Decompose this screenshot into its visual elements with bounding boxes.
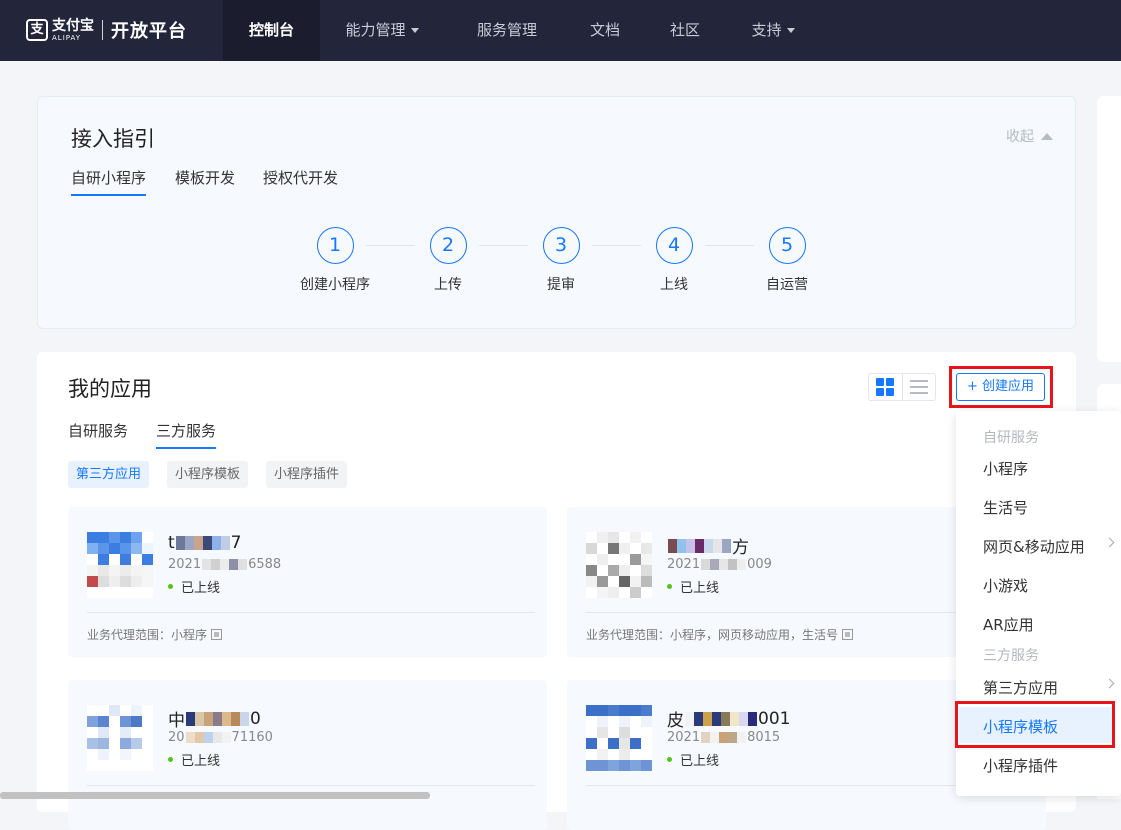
app-id: 20 71160 (168, 730, 273, 745)
app-name: 中0 (168, 708, 261, 732)
menu-item-third-party-app[interactable]: 第三方应用 (983, 677, 1115, 698)
redacted-mosaic (668, 538, 731, 553)
side-panel (1097, 96, 1121, 362)
chevron-down-icon (410, 28, 419, 33)
app-name: 皮 001 (667, 708, 791, 732)
app-status: 已上线 (168, 577, 220, 596)
list-icon (909, 380, 928, 394)
divider (87, 785, 535, 786)
app-avatar (87, 705, 153, 771)
guide-tab-authorized[interactable]: 授权代开发 (263, 167, 338, 194)
qrcode-icon[interactable] (842, 629, 854, 640)
top-nav: 支 支付宝 ALIPAY 开放平台 控制台 能力管理 服务管理 文档 社区 支持 (0, 0, 1121, 61)
grid-view-button[interactable] (869, 374, 902, 400)
view-toggle (868, 373, 936, 401)
redacted-mosaic (701, 732, 747, 743)
app-id: 2021 009 (667, 557, 772, 572)
redacted-mosaic (685, 711, 757, 726)
chevron-right-icon (1104, 537, 1115, 548)
nav-capability-management[interactable]: 能力管理 (330, 0, 434, 61)
horizontal-scrollbar[interactable] (0, 792, 430, 799)
online-dot (168, 757, 173, 762)
app-scope: 业务代理范围：小程序，网页移动应用，生活号 (586, 626, 854, 643)
chip-mini-program-template[interactable]: 小程序模板 (167, 461, 249, 488)
menu-item-ar-app[interactable]: AR应用 (983, 614, 1113, 635)
app-name: t7 (168, 533, 242, 553)
nav-community[interactable]: 社区 (658, 0, 712, 61)
menu-group-third-party: 三方服务 (983, 648, 1039, 664)
redacted-mosaic (185, 732, 231, 743)
app-name: 方 (667, 533, 749, 558)
grid-icon (876, 378, 895, 396)
alipay-logo-icon: 支 (26, 19, 48, 41)
nav-support[interactable]: 支持 (738, 0, 808, 61)
menu-item-mini-program-plugin[interactable]: 小程序插件 (983, 755, 1113, 776)
step: 1 创建小程序 (285, 227, 385, 294)
guide-tab-self-developed[interactable]: 自研小程序 (71, 167, 147, 196)
menu-item-web-mobile-app[interactable]: 网页&移动应用 (983, 536, 1115, 557)
online-dot (667, 584, 672, 589)
redacted-mosaic (175, 536, 230, 550)
logo-cn: 支付宝 (52, 17, 94, 34)
apps-tab-self-developed[interactable]: 自研服务 (68, 420, 128, 447)
app-avatar (586, 705, 652, 771)
redacted-mosaic (186, 711, 249, 726)
onboarding-guide: 接入指引 收起 自研小程序 模板开发 授权代开发 1 创建小程序 2 上传 3 提审 … (37, 96, 1076, 329)
app-status: 已上线 (667, 577, 719, 596)
my-apps-panel: 我的应用 + 创建应用 自研服务 三方服务 第三方应用 小程序模板 小程序插件 … (37, 352, 1076, 830)
logo-divider (102, 20, 103, 40)
online-dot (667, 757, 672, 762)
online-dot (168, 584, 173, 589)
menu-group-self-developed: 自研服务 (983, 430, 1039, 446)
my-apps-title: 我的应用 (68, 377, 152, 401)
collapse-toggle[interactable]: 收起 (1006, 126, 1053, 146)
highlight-box (949, 366, 1053, 408)
redacted-mosaic (202, 559, 248, 570)
app-status: 已上线 (667, 750, 719, 769)
app-id: 2021 8015 (667, 730, 781, 745)
app-id: 2021 6588 (168, 557, 282, 572)
app-card[interactable]: t7 2021 6588 已上线 业务代理范围：小程序 (68, 507, 547, 657)
nav-service-management[interactable]: 服务管理 (462, 0, 552, 61)
step: 4 上线 (624, 227, 724, 294)
guide-tab-template[interactable]: 模板开发 (175, 167, 235, 194)
nav-docs[interactable]: 文档 (578, 0, 632, 61)
step: 2 上传 (398, 227, 498, 294)
chip-third-party-app[interactable]: 第三方应用 (68, 461, 150, 488)
menu-item-mini-game[interactable]: 小游戏 (983, 575, 1113, 596)
app-avatar (586, 532, 652, 598)
chevron-right-icon (1104, 678, 1115, 689)
app-status: 已上线 (168, 750, 220, 769)
step: 5 自运营 (737, 227, 837, 294)
guide-title: 接入指引 (71, 127, 155, 151)
menu-item-life-account[interactable]: 生活号 (983, 497, 1113, 518)
logo-en: ALIPAY (52, 33, 82, 42)
app-scope: 业务代理范围：小程序 (87, 626, 223, 643)
step: 3 提审 (511, 227, 611, 294)
redacted-mosaic (701, 559, 747, 570)
chevron-down-icon (786, 28, 795, 33)
qrcode-icon[interactable] (211, 629, 223, 640)
menu-item-mini-program[interactable]: 小程序 (983, 458, 1113, 479)
list-view-button[interactable] (901, 374, 935, 400)
divider (87, 612, 535, 613)
app-card[interactable]: 中0 20 71160 已上线 (68, 680, 547, 830)
logo-title: 开放平台 (111, 21, 187, 42)
triangle-up-icon (1041, 132, 1053, 140)
highlight-box (955, 701, 1115, 748)
apps-tab-third-party[interactable]: 三方服务 (156, 420, 217, 449)
alipay-logo[interactable]: 支 支付宝 ALIPAY 开放平台 (26, 17, 187, 43)
nav-console[interactable]: 控制台 (223, 0, 320, 61)
app-avatar (87, 532, 153, 598)
chip-mini-program-plugin[interactable]: 小程序插件 (266, 461, 348, 488)
